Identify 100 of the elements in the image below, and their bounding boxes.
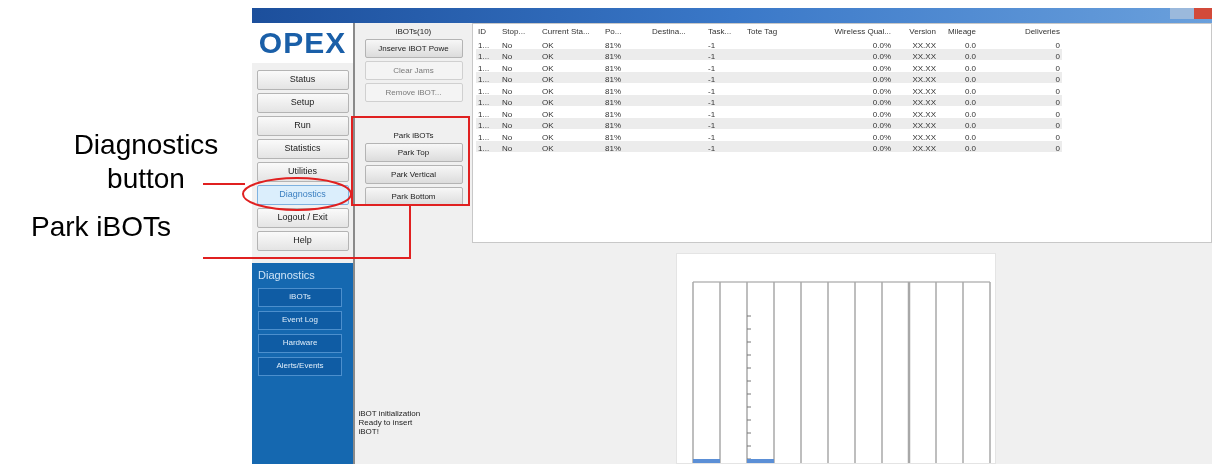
nav-button[interactable]: Logout / Exit bbox=[256, 208, 349, 228]
table-cell: XX.XX bbox=[912, 52, 936, 62]
table-cell: 0 bbox=[1055, 52, 1060, 62]
table-cell: XX.XX bbox=[912, 132, 936, 142]
table-cell: 0.0% bbox=[872, 40, 891, 50]
table-cell: 0.0% bbox=[872, 98, 891, 108]
table-cell: No bbox=[502, 86, 513, 96]
leader-line bbox=[202, 183, 246, 185]
nav-button[interactable]: Statistics bbox=[256, 139, 349, 159]
table-cell: 81% bbox=[605, 132, 621, 142]
table-cell: No bbox=[502, 121, 513, 131]
table-cell: 0 bbox=[1055, 86, 1060, 96]
nav-button[interactable]: Status bbox=[256, 70, 349, 90]
nav-button[interactable]: Utilities bbox=[256, 162, 349, 182]
action-button[interactable]: Jnserve iBOT Powe bbox=[364, 39, 463, 58]
column-header[interactable]: Destina... bbox=[650, 25, 706, 38]
table-cell: 81% bbox=[605, 75, 621, 85]
table-cell: 0 bbox=[1055, 98, 1060, 108]
logo: OPEX bbox=[258, 28, 347, 58]
table-cell: 0.0 bbox=[964, 63, 976, 73]
table-cell: 0.0 bbox=[964, 40, 976, 50]
column-header[interactable]: Po... bbox=[603, 25, 650, 38]
table-cell: 0.0% bbox=[872, 144, 891, 154]
table-cell: OK bbox=[542, 52, 554, 62]
table-cell: 0.0 bbox=[964, 75, 976, 85]
park-group-title: Park iBOTs bbox=[393, 131, 434, 140]
table-cell: 1... bbox=[478, 98, 490, 108]
sub-nav-button[interactable]: iBOTs bbox=[258, 287, 342, 307]
park-button[interactable]: Park Top bbox=[364, 143, 463, 162]
column-header[interactable]: Deliveries bbox=[978, 25, 1062, 38]
column-header[interactable]: Task... bbox=[706, 25, 745, 38]
table-cell: 0.0% bbox=[872, 86, 891, 96]
table-cell: 81% bbox=[605, 98, 621, 108]
table-cell: 0 bbox=[1055, 144, 1060, 154]
table-cell: 81% bbox=[605, 109, 621, 119]
callout-label: Park iBOTs bbox=[31, 210, 171, 244]
table-cell: 0.0% bbox=[872, 75, 891, 85]
table-cell: XX.XX bbox=[912, 144, 936, 154]
table-cell: 81% bbox=[605, 52, 621, 62]
table-cell: OK bbox=[542, 144, 554, 154]
table-cell: 81% bbox=[605, 63, 621, 73]
table-cell: 0.0 bbox=[964, 52, 976, 62]
column-header[interactable]: Mileage bbox=[938, 25, 978, 38]
table-cell: 0.0% bbox=[872, 63, 891, 73]
table-cell: XX.XX bbox=[912, 75, 936, 85]
nav-button[interactable]: Diagnostics bbox=[256, 185, 349, 205]
table-cell: OK bbox=[542, 109, 554, 119]
table-cell: 81% bbox=[605, 40, 621, 50]
column-header[interactable]: Stop... bbox=[500, 25, 540, 38]
column-header[interactable]: Current Sta... bbox=[540, 25, 603, 38]
table-cell: -1 bbox=[708, 40, 716, 50]
table-cell: OK bbox=[542, 86, 554, 96]
table-cell: -1 bbox=[708, 121, 716, 131]
table-cell: 1... bbox=[478, 109, 490, 119]
column-header[interactable]: ID bbox=[476, 25, 500, 38]
ibots-count: iBOTs(10) bbox=[395, 26, 432, 38]
table-cell: 0.0 bbox=[964, 121, 976, 131]
table-cell: 0.0 bbox=[964, 86, 976, 96]
nav-button[interactable]: Run bbox=[256, 116, 349, 136]
table-cell: No bbox=[502, 63, 513, 73]
table-cell: -1 bbox=[708, 75, 716, 85]
table-cell: 1... bbox=[478, 144, 490, 154]
table-cell: 0.0 bbox=[964, 144, 976, 154]
column-header[interactable]: Wireless Qual... bbox=[810, 25, 893, 38]
table-cell: No bbox=[502, 52, 513, 62]
table-cell: -1 bbox=[708, 109, 716, 119]
table-cell: OK bbox=[542, 63, 554, 73]
park-button[interactable]: Park Vertical bbox=[364, 165, 463, 184]
table-cell: 0 bbox=[1055, 63, 1060, 73]
table-cell: XX.XX bbox=[912, 109, 936, 119]
table-cell: No bbox=[502, 132, 513, 142]
table-cell: 0.0% bbox=[872, 109, 891, 119]
table-cell: 1... bbox=[478, 86, 490, 96]
sub-nav-title: Diagnostics bbox=[258, 268, 316, 283]
table-cell: 1... bbox=[478, 121, 490, 131]
table-cell: XX.XX bbox=[912, 40, 936, 50]
sub-nav-button[interactable]: Hardware bbox=[258, 333, 342, 353]
table-cell: XX.XX bbox=[912, 98, 936, 108]
table-cell: 0.0 bbox=[964, 132, 976, 142]
table-cell: 1... bbox=[478, 132, 490, 142]
sub-nav-button[interactable]: Alerts/Events bbox=[258, 356, 342, 376]
table-cell: XX.XX bbox=[912, 63, 936, 73]
table-cell: No bbox=[502, 109, 513, 119]
sub-nav-button[interactable]: Event Log bbox=[258, 310, 342, 330]
table-cell: 0 bbox=[1055, 109, 1060, 119]
nav-button[interactable]: Setup bbox=[256, 93, 349, 113]
table-cell: -1 bbox=[708, 52, 716, 62]
table-cell: -1 bbox=[708, 98, 716, 108]
table-cell: XX.XX bbox=[912, 86, 936, 96]
table-cell: 1... bbox=[478, 40, 490, 50]
table-cell: 0 bbox=[1055, 132, 1060, 142]
table-cell: -1 bbox=[708, 132, 716, 142]
table-cell: 1... bbox=[478, 75, 490, 85]
nav-button[interactable]: Help bbox=[256, 231, 349, 251]
column-header[interactable]: Tote Tag bbox=[745, 25, 810, 38]
table-cell: 0.0% bbox=[872, 52, 891, 62]
table-cell: OK bbox=[542, 121, 554, 131]
status-message: iBOT initialization Ready to insert iBOT! bbox=[358, 409, 422, 436]
table-cell: OK bbox=[542, 75, 554, 85]
column-header[interactable]: Version bbox=[893, 25, 938, 38]
